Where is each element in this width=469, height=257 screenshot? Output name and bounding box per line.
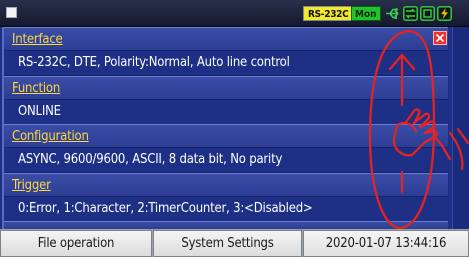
datetime-display: 2020-01-07 13:44:16 (303, 230, 469, 257)
system-settings-button[interactable]: System Settings (153, 230, 302, 257)
file-operation-button[interactable]: File operation (0, 230, 152, 257)
settings-panel: Interface RS-232C, DTE, Polarity:Normal,… (0, 27, 469, 229)
section-next-partial[interactable] (4, 221, 448, 229)
section-title: Configuration (4, 124, 448, 148)
network-icon (403, 6, 418, 21)
section-value: 0:Error, 1:Character, 2:TimerCounter, 3:… (4, 197, 448, 222)
section-title: Interface (4, 27, 448, 51)
section-trigger[interactable]: Trigger 0:Error, 1:Character, 2:TimerCou… (4, 173, 448, 222)
section-value: ONLINE (4, 100, 448, 125)
sd-card-icon (420, 6, 435, 21)
scroll-strip[interactable] (452, 27, 469, 229)
power-icon (437, 6, 452, 21)
section-interface[interactable]: Interface RS-232C, DTE, Polarity:Normal,… (4, 27, 448, 76)
bottom-bar: File operation System Settings 2020-01-0… (0, 229, 469, 257)
section-configuration[interactable]: Configuration ASYNC, 9600/9600, ASCII, 8… (4, 124, 448, 173)
section-function[interactable]: Function ONLINE (4, 76, 448, 125)
section-title: Function (4, 76, 448, 100)
mode-badge: Mon (351, 6, 381, 21)
close-icon[interactable] (433, 31, 447, 45)
section-value: ASYNC, 9600/9600, ASCII, 8 data bit, No … (4, 148, 448, 173)
usb-icon (385, 6, 401, 21)
status-bar: RS-232C Mon (0, 0, 469, 27)
port-badge: RS-232C (303, 6, 354, 21)
section-title: Trigger (4, 173, 448, 197)
section-value: RS-232C, DTE, Polarity:Normal, Auto line… (4, 51, 448, 76)
window-icon[interactable] (6, 7, 17, 18)
